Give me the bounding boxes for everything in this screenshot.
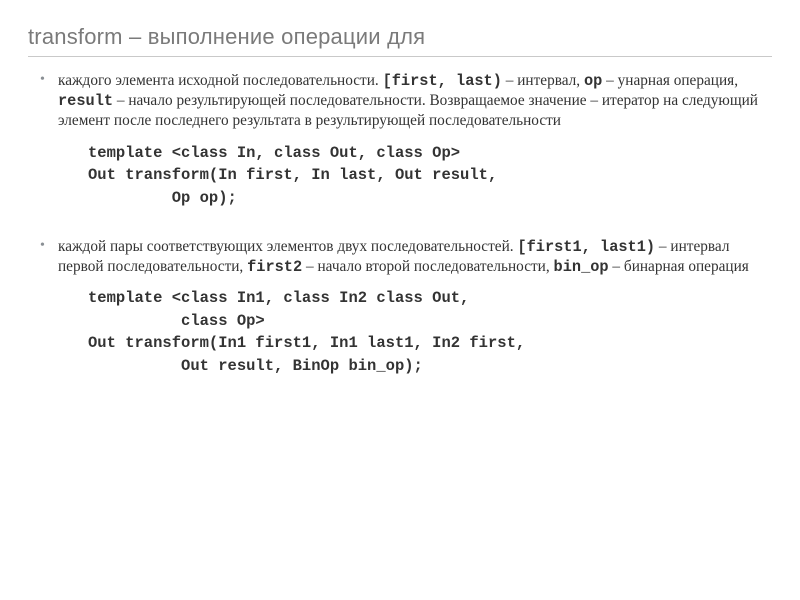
spacer	[28, 225, 772, 237]
inline-code: op	[584, 72, 602, 90]
slide-title: transform – выполнение операции для	[28, 24, 772, 57]
code-line: class Op>	[88, 312, 265, 330]
code-line: Out transform(In first, In last, Out res…	[88, 166, 497, 184]
bullet-text: – бинарная операция	[609, 258, 749, 275]
bullet-text: – начало второй последовательности,	[302, 258, 553, 275]
code-line: template <class In1, class In2 class Out…	[88, 289, 469, 307]
slide: transform – выполнение операции для кажд…	[0, 0, 800, 600]
bullet-text: каждой пары соответствующих элементов дв…	[58, 238, 517, 255]
bullet-item: каждого элемента исходной последовательн…	[28, 71, 772, 132]
bullet-text: – интервал,	[502, 72, 584, 89]
slide-body: каждого элемента исходной последовательн…	[28, 59, 772, 377]
bullet-text: – унарная операция,	[602, 72, 738, 89]
bullet-text: каждого элемента исходной последовательн…	[58, 72, 383, 89]
inline-code: bin_op	[554, 258, 609, 276]
code-block: template <class In1, class In2 class Out…	[88, 287, 772, 377]
code-line: Out transform(In1 first1, In1 last1, In2…	[88, 334, 525, 352]
code-block: template <class In, class Out, class Op>…	[88, 142, 772, 209]
inline-code: first2	[247, 258, 302, 276]
inline-code: [first1, last1)	[517, 238, 655, 256]
inline-code: [first, last)	[383, 72, 502, 90]
bullet-item: каждой пары соответствующих элементов дв…	[28, 237, 772, 277]
code-line: Out result, BinOp bin_op);	[88, 357, 423, 375]
code-line: template <class In, class Out, class Op>	[88, 144, 460, 162]
bullet-text: – начало результирующей последовательнос…	[58, 92, 758, 129]
code-line: Op op);	[88, 189, 237, 207]
inline-code: result	[58, 92, 113, 110]
